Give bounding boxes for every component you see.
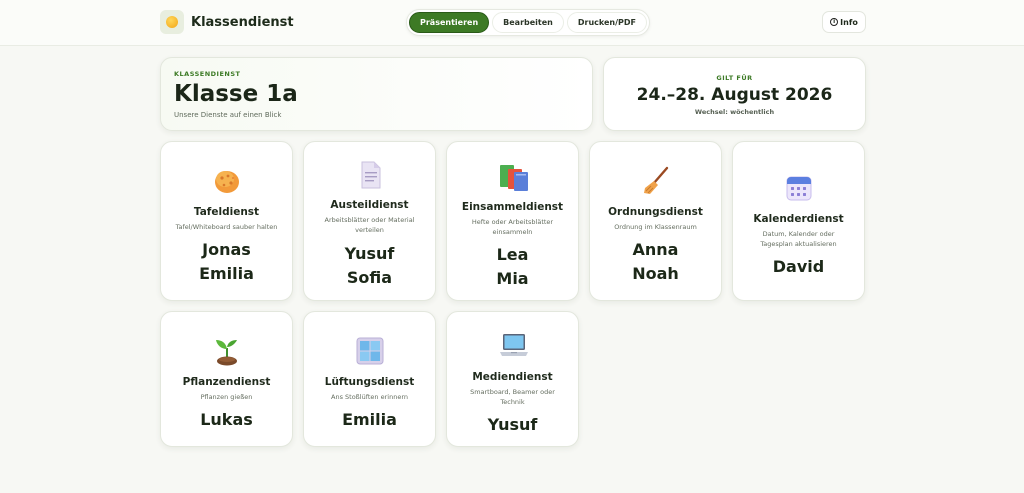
duty-card-kalenderdienst: Kalenderdienst Datum, Kalender oder Tage…	[732, 141, 865, 301]
student-name: Noah	[632, 264, 679, 283]
validity-panel: GILT FÜR 24.–28. August 2026 Wechsel: wö…	[603, 57, 866, 131]
student-name: Mia	[496, 269, 529, 288]
duty-title: Tafeldienst	[193, 206, 260, 218]
duty-description: Pflanzen gießen	[200, 393, 253, 401]
student-name: Anna	[632, 240, 679, 259]
info-icon: i	[830, 18, 839, 26]
mode-tabs: Präsentieren Bearbeiten Drucken/PDF	[406, 9, 651, 36]
page-title: Klasse 1a	[174, 81, 298, 107]
duty-names: Emilia	[304, 408, 435, 432]
tab-praesentieren[interactable]: Präsentieren	[409, 12, 490, 33]
duty-names: Yusuf Sofia	[304, 242, 435, 290]
duty-card-mediendienst: Mediendienst Smartboard, Beamer oder Tec…	[446, 311, 579, 447]
student-name: Yusuf	[487, 415, 538, 434]
broom-icon	[641, 166, 671, 196]
duty-card-einsammeldienst: Einsammeldienst Hefte oder Arbeitsblätte…	[446, 141, 579, 301]
duty-description: Datum, Kalender oder Tagesplan aktualisi…	[760, 230, 837, 248]
duty-card-ordnungsdienst: Ordnungsdienst Ordnung im Klassenraum An…	[589, 141, 722, 301]
duty-title: Pflanzendienst	[182, 376, 271, 388]
sponge-icon	[212, 166, 242, 196]
duty-description: Tafel/Whiteboard sauber halten	[175, 223, 278, 231]
duty-description: Hefte oder Arbeitsblätter einsammeln	[471, 218, 554, 236]
duty-names: Lea Mia	[447, 243, 578, 291]
window-icon	[355, 336, 385, 366]
duty-title: Kalenderdienst	[753, 213, 844, 225]
duty-names: Jonas Emilia	[161, 238, 292, 286]
student-name: David	[772, 257, 825, 276]
laptop-icon	[498, 330, 528, 360]
info-button[interactable]: i Info	[822, 11, 866, 33]
student-name: Sofia	[346, 268, 393, 287]
class-eyebrow: KLASSENDIENST	[174, 70, 241, 78]
duty-card-tafeldienst: Tafeldienst Tafel/Whiteboard sauber halt…	[160, 141, 293, 301]
duty-description: Smartboard, Beamer oder Technik	[470, 388, 555, 406]
class-subtitle: Unsere Dienste auf einen Blick	[174, 111, 282, 119]
student-name: Lukas	[200, 410, 253, 429]
validity-label: GILT FÜR	[716, 74, 753, 82]
validity-dates: 24.–28. August 2026	[636, 85, 833, 105]
duty-title: Austeildienst	[330, 199, 409, 211]
rotation-text: Wechsel: wöchentlich	[694, 108, 775, 116]
calendar-icon	[784, 173, 814, 203]
student-name: Jonas	[202, 240, 251, 259]
student-name: Emilia	[342, 410, 397, 429]
duty-names: Yusuf	[447, 413, 578, 437]
top-bar: Klassendienst Präsentieren Bearbeiten Dr…	[0, 0, 1024, 46]
class-panel: KLASSENDIENST Klasse 1a Unsere Dienste a…	[160, 57, 593, 131]
duty-description: Ans Stoßlüften erinnern	[331, 393, 408, 401]
duty-title: Ordnungsdienst	[608, 206, 703, 218]
document-icon	[355, 160, 385, 190]
duty-names: David	[733, 255, 864, 279]
app-name: Klassendienst	[191, 14, 294, 30]
brand: Klassendienst	[160, 10, 294, 34]
duty-description: Arbeitsblätter oder Material verteilen	[324, 216, 415, 234]
duty-card-pflanzendienst: Pflanzendienst Pflanzen gießen Lukas	[160, 311, 293, 447]
duty-title: Mediendienst	[472, 371, 553, 383]
duty-title: Lüftungsdienst	[324, 376, 415, 388]
seedling-icon	[212, 336, 242, 366]
info-label: Info	[840, 17, 858, 27]
sun-icon	[160, 10, 184, 34]
student-name: Lea	[496, 245, 529, 264]
duty-title: Einsammeldienst	[461, 201, 564, 213]
duty-description: Ordnung im Klassenraum	[614, 223, 697, 231]
tab-bearbeiten[interactable]: Bearbeiten	[492, 12, 564, 33]
duty-names: Lukas	[161, 408, 292, 432]
tab-drucken-pdf[interactable]: Drucken/PDF	[566, 12, 648, 33]
duty-card-lueftungsdienst: Lüftungsdienst Ans Stoßlüften erinnern E…	[303, 311, 436, 447]
duty-names: Anna Noah	[590, 238, 721, 286]
duty-card-austeildienst: Austeildienst Arbeitsblätter oder Materi…	[303, 141, 436, 301]
books-icon	[498, 162, 528, 192]
student-name: Emilia	[199, 264, 254, 283]
student-name: Yusuf	[344, 244, 395, 263]
